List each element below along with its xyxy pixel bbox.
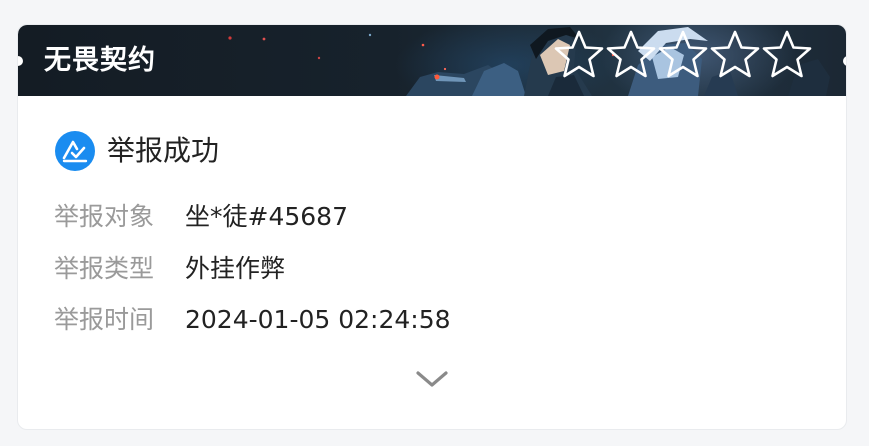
star-outline-icon (554, 30, 604, 78)
info-row-target: 举报对象 坐*徒#45687 (54, 200, 348, 234)
star-rating (553, 29, 813, 89)
info-value: 坐*徒#45687 (185, 202, 348, 231)
game-title: 无畏契约 (44, 45, 156, 76)
info-row-type: 举报类型 外挂作弊 (54, 252, 285, 286)
info-value: 外挂作弊 (185, 254, 286, 283)
info-label: 举报时间 (54, 305, 155, 334)
star-outline-icon (658, 30, 708, 78)
star-outline-icon (710, 30, 760, 78)
result-title: 举报成功 (107, 134, 220, 167)
report-result: 举报成功 (55, 131, 219, 171)
report-success-icon (55, 131, 95, 171)
star-outline-icon (606, 30, 656, 78)
info-value: 2024-01-05 02:24:58 (185, 305, 451, 334)
info-label: 举报对象 (54, 202, 155, 231)
chevron-down-icon[interactable] (414, 367, 450, 391)
report-card: 无畏契约 举报成功 举报对象 坐*徒#45687 举报类型 外挂作弊 举报时间 … (17, 24, 847, 430)
info-label: 举报类型 (54, 254, 155, 283)
ticket-notch-right (843, 56, 846, 66)
info-row-time: 举报时间 2024-01-05 02:24:58 (54, 303, 451, 337)
star-outline-icon (762, 30, 812, 78)
game-banner: 无畏契约 (18, 25, 846, 96)
